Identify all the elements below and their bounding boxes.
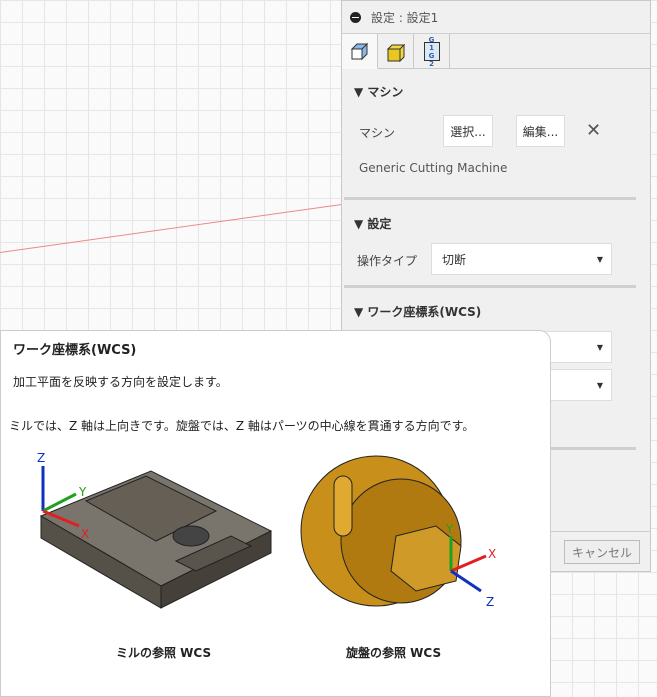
edit-machine-button[interactable]: 編集... (516, 115, 565, 147)
tab-setup[interactable] (342, 34, 378, 69)
tooltip-title: ワーク座標系(WCS) (13, 343, 137, 358)
operation-type-select[interactable]: 切断 (431, 243, 612, 275)
stock-icon (386, 43, 405, 62)
tooltip-detail: ミルでは、Z 軸は上向きです。旋盤では、Z 軸はパーツの中心線を貫通する方向です… (9, 419, 475, 433)
section-settings[interactable]: ▼ 設定 (354, 215, 391, 232)
collapse-icon[interactable] (350, 11, 361, 23)
machine-name: Generic Cutting Machine (359, 161, 508, 175)
divider (344, 197, 636, 200)
y-label: Y (78, 485, 87, 499)
z-label: Z (486, 595, 494, 609)
panel-title: 設定 : 設定1 (371, 10, 439, 25)
x-label: X (81, 527, 89, 541)
lathe-caption: 旋盤の参照 WCS (346, 646, 442, 660)
x-label: X (488, 547, 496, 561)
tab-stock[interactable] (378, 34, 414, 69)
section-machine[interactable]: ▼ マシン (354, 83, 403, 100)
select-machine-button[interactable]: 選択... (443, 115, 493, 147)
operation-type-value: 切断 (442, 252, 467, 267)
lathe-illustration: Y X Z (300, 455, 496, 609)
y-label: Y (445, 522, 454, 536)
divider (344, 285, 636, 288)
cancel-button[interactable]: キャンセル (564, 540, 640, 564)
section-wcs[interactable]: ▼ ワーク座標系(WCS) (354, 303, 481, 320)
x-axis-line (0, 203, 342, 253)
tooltip-description: 加工平面を反映する方向を設定します。 (13, 375, 228, 389)
post-process-icon-text: G1G2 (428, 35, 435, 68)
close-icon[interactable]: ✕ (586, 120, 601, 141)
operation-type-label: 操作タイプ (357, 254, 418, 268)
z-label: Z (37, 451, 45, 465)
setup-icon (350, 42, 368, 61)
machine-label: マシン (359, 126, 396, 140)
mill-caption: ミルの参照 WCS (116, 646, 212, 660)
panel-tabs: G1G2 (342, 34, 650, 69)
tab-post-process[interactable]: G1G2 (414, 34, 450, 69)
mill-illustration: Z Y X (37, 451, 273, 609)
wcs-tooltip: ワーク座標系(WCS) 加工平面を反映する方向を設定します。 ミルでは、Z 軸は… (0, 330, 551, 697)
panel-header: 設定 : 設定1 (342, 1, 650, 34)
post-process-icon: G1G2 (423, 36, 440, 68)
